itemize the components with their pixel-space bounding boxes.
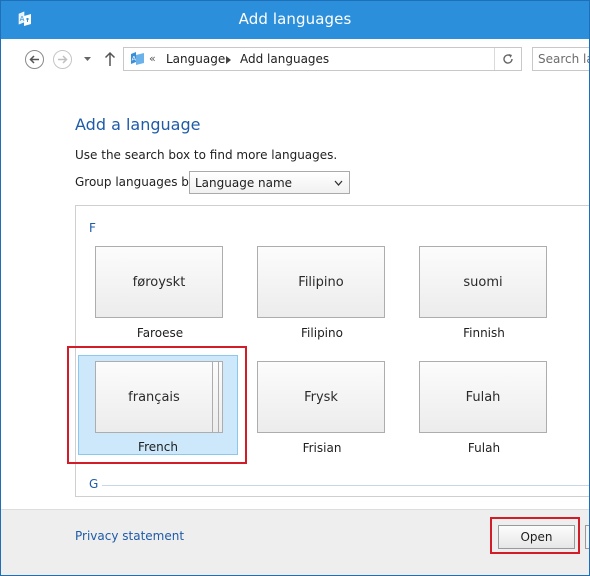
group-header-g: G: [89, 477, 99, 491]
address-box[interactable]: A « Language Add languages: [123, 47, 522, 71]
language-english-name: Faroese: [136, 326, 184, 340]
language-native-name: Frysk: [257, 361, 385, 433]
arrow-right-icon: [58, 55, 68, 64]
language-native-name: français: [95, 361, 213, 433]
language-english-name: Frisian: [302, 441, 342, 455]
group-by-value: Language name: [195, 176, 293, 190]
breadcrumb-separator-icon[interactable]: [226, 56, 231, 64]
language-native-name: Filipino: [257, 246, 385, 318]
language-location-icon: A: [131, 52, 144, 65]
language-tile-fulah[interactable]: Fulah Fulah: [418, 361, 550, 462]
language-english-name: Finnish: [463, 326, 505, 340]
language-english-name: Filipino: [301, 326, 343, 340]
footer-bar: Privacy statement Open: [1, 509, 589, 575]
refresh-button[interactable]: [494, 48, 521, 70]
arrow-left-icon: [29, 55, 39, 64]
breadcrumb-add-languages[interactable]: Add languages: [240, 52, 329, 66]
language-native-name: Fulah: [419, 361, 547, 433]
group-by-select[interactable]: Language name: [189, 171, 350, 194]
language-native-name: suomi: [419, 246, 547, 318]
back-button[interactable]: [25, 50, 44, 69]
search-hint: Use the search box to find more language…: [75, 148, 338, 162]
privacy-statement-link[interactable]: Privacy statement: [75, 529, 184, 543]
language-english-name: French: [138, 440, 178, 454]
breadcrumb-language[interactable]: Language: [166, 52, 225, 66]
window-title: Add languages: [238, 10, 352, 28]
group-header-f: F: [89, 221, 96, 235]
search-input[interactable]: [533, 48, 589, 70]
language-tile-filipino[interactable]: Filipino Filipino: [256, 246, 388, 347]
language-tile-french[interactable]: français French: [78, 355, 238, 455]
language-list[interactable]: F føroyskt Faroese Filipino Filipino suo…: [75, 205, 589, 497]
breadcrumb-overflow-chevron[interactable]: «: [149, 52, 156, 65]
group-divider: [102, 485, 589, 486]
svg-text:A: A: [132, 55, 137, 63]
search-box[interactable]: [532, 47, 589, 71]
chevron-down-icon: [334, 180, 343, 186]
add-languages-window: A Add languages A « Language Add languag…: [0, 0, 590, 576]
group-by-label: Group languages by:: [75, 175, 200, 189]
language-tile-finnish[interactable]: suomi Finnish: [418, 246, 550, 347]
title-bar: A Add languages: [1, 1, 589, 39]
navigation-bar: A « Language Add languages: [7, 39, 589, 81]
language-tile-frisian[interactable]: Frysk Frisian: [256, 361, 388, 462]
language-english-name: Fulah: [467, 441, 501, 455]
up-arrow-icon[interactable]: [104, 51, 116, 67]
language-native-name: føroyskt: [95, 246, 223, 318]
recent-locations-dropdown-icon[interactable]: [83, 56, 92, 63]
forward-button[interactable]: [53, 50, 72, 69]
page-title: Add a language: [75, 115, 201, 134]
refresh-icon: [503, 54, 513, 64]
language-tile-faroese[interactable]: føroyskt Faroese: [94, 246, 226, 347]
cancel-button[interactable]: [585, 525, 589, 549]
open-button[interactable]: Open: [498, 525, 575, 549]
